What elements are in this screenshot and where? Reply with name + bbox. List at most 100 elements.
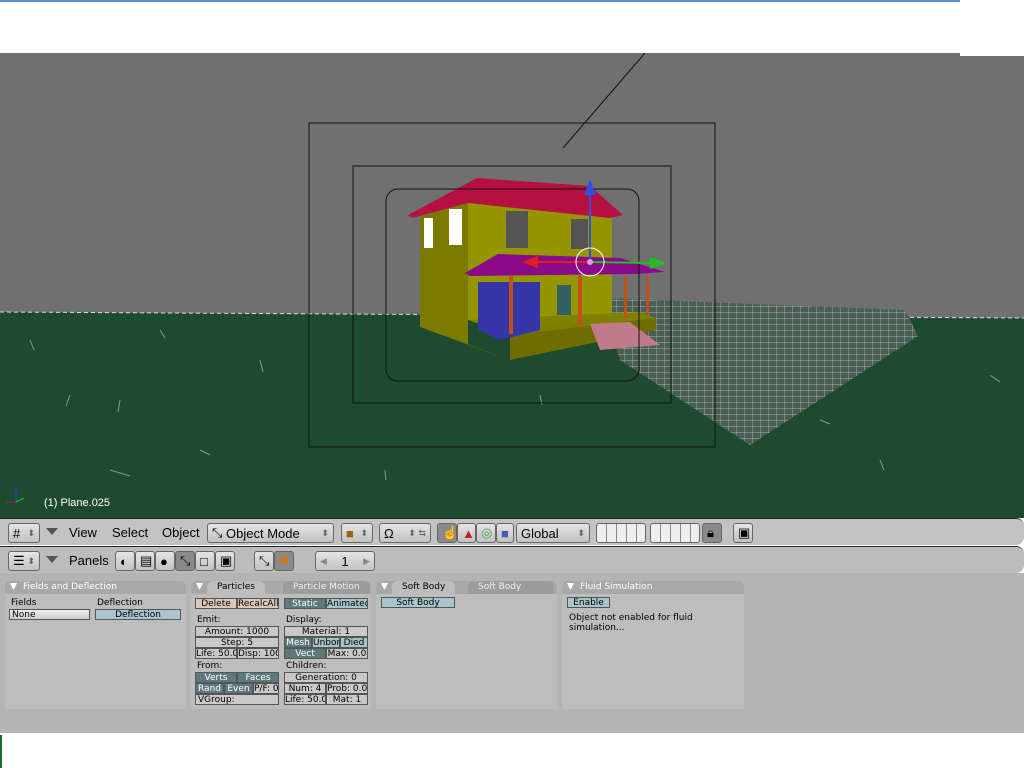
shading-icon: ●	[160, 553, 168, 569]
script-icon: ▤	[140, 553, 153, 568]
scene-tab[interactable]: ▣	[215, 551, 235, 571]
prob-field[interactable]: Prob: 0.0	[326, 683, 368, 694]
static-toggle[interactable]: Static	[284, 598, 326, 609]
disp-field[interactable]: Disp: 100	[237, 648, 279, 659]
grid-icon: #	[13, 525, 21, 541]
died-toggle[interactable]: Died	[340, 637, 368, 648]
scale-button[interactable]: ■	[496, 523, 514, 543]
orientation-select[interactable]: Global ⬍	[516, 523, 590, 543]
tab-particles[interactable]: Particles	[207, 581, 265, 594]
buttons-window: Fields and Deflection Fields Deflection …	[0, 573, 1024, 733]
step-field[interactable]: Step: 5	[195, 637, 279, 648]
num-field[interactable]: Num: 4	[284, 683, 326, 694]
panel-collapse-icon[interactable]	[10, 583, 17, 590]
vgroup-field[interactable]: VGroup:	[195, 694, 279, 705]
render-button[interactable]: ▣	[733, 523, 753, 543]
children-label: Children:	[286, 661, 327, 671]
soft-body-button[interactable]: Soft Body	[381, 597, 455, 608]
object-icon: ⤡	[259, 553, 270, 568]
render-icon: ▣	[738, 525, 751, 540]
physics-subtab[interactable]: ✸	[274, 551, 294, 571]
top-border	[0, 0, 960, 2]
tab-soft-body-collision[interactable]: Soft Body Collisio	[468, 581, 554, 594]
mode-select[interactable]: ⤡ Object Mode ⬍	[207, 523, 334, 543]
editing-tab[interactable]: □	[195, 551, 215, 571]
amount-field[interactable]: Amount: 1000	[195, 626, 279, 637]
translate-button[interactable]: ▲	[457, 523, 476, 543]
verts-toggle[interactable]: Verts	[195, 672, 237, 683]
delete-button[interactable]: Delete	[195, 598, 237, 609]
right-arrow-icon: ▶	[363, 555, 370, 566]
material-field[interactable]: Material: 1	[284, 626, 368, 637]
max-field[interactable]: Max: 0.0	[326, 648, 368, 659]
script-tab[interactable]: ▤	[135, 551, 155, 571]
mode-icon: ⤡	[212, 525, 223, 540]
deflection-button[interactable]: Deflection	[95, 609, 181, 620]
view-menu[interactable]: View	[69, 525, 97, 540]
rand-toggle[interactable]: Rand	[195, 683, 224, 694]
layer-buttons-1[interactable]	[596, 523, 646, 543]
panel-collapse-icon[interactable]	[196, 583, 203, 590]
recalcall-button[interactable]: RecalcAll	[237, 598, 279, 609]
life-field[interactable]: Life: 50.0	[195, 648, 237, 659]
lock-layers-button[interactable]: 🔒︎	[702, 523, 722, 543]
mesh-toggle[interactable]: Mesh	[284, 637, 312, 648]
menu-triangle-icon[interactable]	[46, 528, 58, 535]
rotate-button[interactable]: ◎	[476, 523, 496, 543]
bottom-edge	[0, 735, 2, 768]
object-subtab[interactable]: ⤡	[254, 551, 274, 571]
draw-type-icon: ■	[346, 525, 354, 541]
pivot-select[interactable]: Ω ⬍ ⇆	[379, 523, 431, 543]
scene-icon: ▣	[220, 553, 233, 568]
frame-field[interactable]: ◀ 1 ▶	[315, 551, 375, 571]
menu-triangle-icon[interactable]	[46, 556, 58, 563]
3d-view-header: # ⬍ View Select Object ⤡ Object Mode ⬍ ■ ⬍ …	[0, 518, 1024, 545]
panel-collapse-icon[interactable]	[381, 583, 388, 590]
translate-icon: ▲	[462, 525, 475, 541]
fluid-enable-button[interactable]: Enable	[567, 597, 610, 608]
editor-type-button[interactable]: # ⬍	[8, 523, 40, 543]
hand-icon: ☝	[442, 525, 459, 540]
editor-type-button[interactable]: ☰ ⬍	[8, 551, 40, 571]
object-menu[interactable]: Object	[162, 525, 200, 540]
from-label: From:	[197, 661, 223, 671]
faces-toggle[interactable]: Faces	[237, 672, 279, 683]
object-tab[interactable]: ⤡	[175, 551, 195, 571]
object-name-label: (1) Plane.025	[44, 497, 111, 509]
manipulator-toggle[interactable]: ☝	[437, 523, 459, 543]
camera-line	[562, 53, 646, 149]
fluid-status-message: Object not enabled for fluid simulation.…	[569, 613, 693, 633]
left-arrow-icon: ◀	[320, 555, 327, 566]
editing-icon: □	[200, 553, 208, 569]
draw-type-select[interactable]: ■ ⬍	[341, 523, 373, 543]
even-toggle[interactable]: Even	[224, 683, 253, 694]
logic-icon: ◐	[120, 553, 128, 569]
select-menu[interactable]: Select	[112, 525, 148, 540]
lock-icon: 🔒︎	[707, 525, 714, 540]
mat-field[interactable]: Mat: 1	[326, 694, 368, 705]
3d-viewport[interactable]: (1) Plane.025	[0, 53, 1024, 518]
tab-soft-body[interactable]: Soft Body	[392, 581, 456, 594]
unbor-toggle[interactable]: Unbor	[312, 637, 340, 648]
animated-toggle[interactable]: Animated	[326, 598, 368, 609]
deflection-label: Deflection	[97, 598, 143, 608]
panels-menu[interactable]: Panels	[69, 553, 109, 568]
pf-field[interactable]: P/F: 0	[253, 683, 279, 694]
physics-icon: ✸	[279, 553, 290, 568]
fields-deflection-panel: Fields and Deflection Fields Deflection …	[5, 581, 186, 709]
generation-field[interactable]: Generation: 0	[284, 672, 368, 683]
soft-body-panel: Soft Body Soft Body Collisio Soft Body	[376, 581, 557, 709]
shading-tab[interactable]: ●	[155, 551, 175, 571]
object-icon: ⤡	[180, 553, 191, 568]
buttons-window-icon: ☰	[13, 553, 25, 568]
display-label: Display:	[286, 615, 322, 625]
vect-toggle[interactable]: Vect	[284, 648, 326, 659]
fields-select[interactable]: None	[9, 609, 90, 620]
logic-tab[interactable]: ◐	[115, 551, 135, 571]
tab-particle-motion[interactable]: Particle Motion	[283, 581, 370, 594]
fluid-simulation-panel: Fluid Simulation Enable Object not enabl…	[562, 581, 744, 709]
panel-collapse-icon[interactable]	[567, 583, 574, 590]
particles-panel: Particles Particle Motion Delete RecalcA…	[191, 581, 371, 709]
children-life-field[interactable]: Life: 50.0	[284, 694, 326, 705]
layer-buttons-2[interactable]	[650, 523, 700, 543]
